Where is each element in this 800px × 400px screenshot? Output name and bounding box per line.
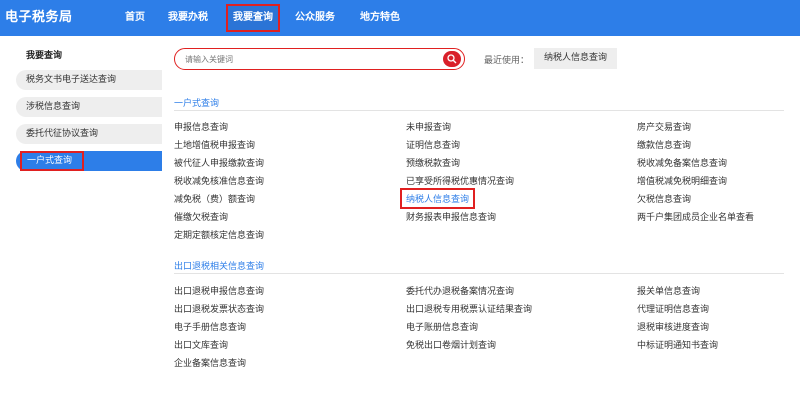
link-certificate-info[interactable]: 证明信息查询: [406, 138, 460, 151]
link-income-tax-preference[interactable]: 已享受所得税优惠情况查询: [406, 174, 514, 187]
section-title-export-refund: 出口退税相关信息查询: [174, 262, 265, 272]
link-land-vat-declaration[interactable]: 土地增值税申报查询: [174, 138, 255, 151]
sidebar-item-label: 一户式查询: [20, 151, 85, 171]
brand-title: 电子税务局: [5, 10, 73, 25]
section-divider: [174, 110, 784, 111]
link-refund-review-progress[interactable]: 退税审核进度查询: [637, 320, 709, 333]
link-e-ledger[interactable]: 电子账册信息查询: [406, 320, 478, 333]
link-export-invoice-status[interactable]: 出口退税发票状态查询: [174, 302, 264, 315]
link-group-members[interactable]: 两千户集团成员企业名单查看: [637, 210, 754, 223]
link-undeclared[interactable]: 未申报查询: [406, 120, 451, 133]
recent-used-item[interactable]: 纳税人信息查询: [534, 48, 618, 69]
sidebar-item-entrusted-agreement[interactable]: 委托代征协议查询: [16, 124, 162, 144]
link-declaration-info[interactable]: 申报信息查询: [174, 120, 228, 133]
link-enterprise-filing[interactable]: 企业备案信息查询: [174, 356, 246, 369]
sidebar-item-label: 税务文书电子送达查询: [26, 75, 117, 85]
link-tax-relief-approval[interactable]: 税收减免核准信息查询: [174, 174, 264, 187]
link-property-transaction[interactable]: 房产交易查询: [637, 120, 691, 133]
link-refund-ticket-certification[interactable]: 出口退税专用税票认证结果查询: [406, 302, 532, 315]
link-export-library[interactable]: 出口文库查询: [174, 338, 228, 351]
link-collected-payment[interactable]: 被代征人申报缴款查询: [174, 156, 264, 169]
sidebar-item-label: 委托代征协议查询: [26, 129, 99, 139]
sidebar-item-document-delivery[interactable]: 税务文书电子送达查询: [16, 70, 162, 90]
search-button[interactable]: [443, 51, 461, 67]
sidebar-title: 我要查询: [26, 51, 63, 61]
link-export-refund-declaration[interactable]: 出口退税申报信息查询: [174, 284, 264, 297]
section-divider: [174, 273, 784, 274]
link-financial-statement[interactable]: 财务报表申报信息查询: [406, 210, 496, 223]
sidebar-item-one-stop-query[interactable]: 一户式查询: [16, 151, 162, 171]
link-entrusted-refund-filing[interactable]: 委托代办退税备案情况查询: [406, 284, 514, 297]
link-relief-amount[interactable]: 减免税（费）额查询: [174, 192, 255, 205]
link-payment-info[interactable]: 缴款信息查询: [637, 138, 691, 151]
link-overdue-tax-urging[interactable]: 催缴欠税查询: [174, 210, 228, 223]
link-e-handbook[interactable]: 电子手册信息查询: [174, 320, 246, 333]
section-title-one-stop: 一户式查询: [174, 99, 220, 109]
link-relief-filing[interactable]: 税收减免备案信息查询: [637, 156, 727, 169]
nav-home[interactable]: 首页: [120, 0, 150, 36]
search-box: [174, 48, 465, 70]
sidebar-item-tax-info[interactable]: 涉税信息查询: [16, 97, 162, 117]
link-tax-free-cigarette-plan[interactable]: 免税出口卷烟计划查询: [406, 338, 496, 351]
nav-query[interactable]: 我要查询: [226, 4, 280, 32]
search-icon: [447, 54, 457, 64]
nav-tax-handling[interactable]: 我要办税: [163, 0, 213, 36]
link-vat-relief-detail[interactable]: 增值税减免税明细查询: [637, 174, 727, 187]
nav-local-features[interactable]: 地方特色: [355, 0, 405, 36]
nav-public-service[interactable]: 公众服务: [290, 0, 340, 36]
sidebar-item-label: 涉税信息查询: [26, 102, 81, 112]
link-agency-certificate[interactable]: 代理证明信息查询: [637, 302, 709, 315]
link-fixed-quota-info[interactable]: 定期定额核定信息查询: [174, 228, 264, 241]
link-bid-winning-notice[interactable]: 中标证明通知书查询: [637, 338, 718, 351]
search-input[interactable]: [185, 52, 435, 66]
link-prepaid-tax[interactable]: 预缴税款查询: [406, 156, 460, 169]
link-taxpayer-info[interactable]: 纳税人信息查询: [400, 188, 476, 209]
sidebar: 我要查询 税务文书电子送达查询 涉税信息查询 委托代征协议查询 一户式查询: [0, 36, 162, 400]
link-overdue-tax-info[interactable]: 欠税信息查询: [637, 192, 691, 205]
link-customs-declaration[interactable]: 报关单信息查询: [637, 284, 700, 297]
recent-used-label: 最近使用：: [484, 56, 530, 66]
top-nav-bar: 电子税务局 首页 我要办税 我要查询 公众服务 地方特色: [0, 0, 800, 36]
